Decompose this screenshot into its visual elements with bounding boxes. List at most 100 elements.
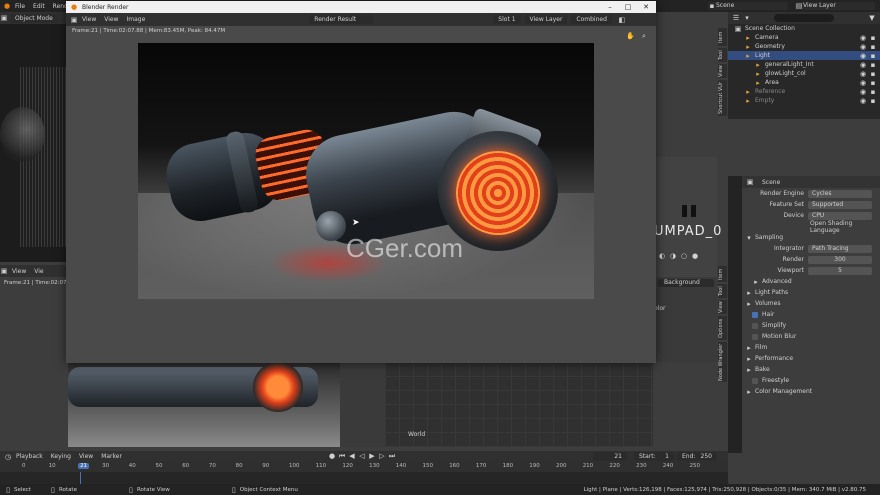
timeline-editor-icon[interactable]: ◷ (4, 453, 12, 461)
pan-hand-icon[interactable]: ✋ (626, 32, 635, 40)
outliner-search[interactable] (774, 14, 834, 22)
vtab-shortcut[interactable]: Shortcut VUr (718, 80, 727, 116)
viewport-icon-3[interactable]: ○ (680, 252, 688, 260)
vtab-item-mid[interactable]: Item (718, 28, 727, 46)
render-camera-icon[interactable]: ▪ (869, 52, 877, 60)
outliner-editor-icon[interactable]: ☰ (732, 14, 740, 22)
pass-dropdown[interactable]: Combined (571, 15, 612, 24)
jump-end-icon[interactable]: ⏭ (388, 452, 396, 460)
outliner-row[interactable]: ▸ generalLight_Int ◉ ▪ (728, 60, 880, 69)
outliner-row[interactable]: ▸ Area ◉ ▪ (728, 78, 880, 87)
vtab-node-wrangler[interactable]: Node Wrangler (718, 342, 727, 382)
freestyle-checkbox-box[interactable] (752, 377, 758, 384)
record-icon[interactable]: ● (328, 452, 336, 460)
render-camera-icon[interactable]: ▪ (869, 88, 877, 96)
render-view-layer-dropdown[interactable]: View Layer (524, 15, 568, 24)
maximize-icon[interactable]: □ (624, 3, 632, 11)
render-camera-icon[interactable]: ▪ (869, 79, 877, 87)
middle-viewport[interactable]: ◐ ◑ ○ ● UMPAD_0 (654, 12, 721, 277)
end-frame-field[interactable]: End: 250 (677, 452, 717, 461)
volumes-section[interactable]: ▸ Volumes (742, 298, 880, 309)
zoom-icon[interactable]: ⌕ (640, 32, 648, 40)
light-paths-section[interactable]: ▸ Light Paths (742, 287, 880, 298)
funnel-icon[interactable]: ▼ (868, 14, 876, 22)
outliner-row[interactable]: ▸ Camera ◉ ▪ (728, 33, 880, 42)
render-image[interactable]: CGer.com ➤ (138, 43, 594, 299)
render-samples[interactable]: Render 300 (742, 254, 880, 265)
vtab-view-lower[interactable]: View (718, 300, 727, 314)
viewport-samples[interactable]: Viewport 5 (742, 265, 880, 276)
render-engine[interactable]: Render Engine Cycles (742, 188, 880, 199)
timeline-ruler[interactable]: 0 10 21 30 40 50 60 70 80 90 100 110 120 130 140 150 160… (0, 462, 728, 472)
left-viewport[interactable] (0, 12, 68, 262)
slot-dropdown[interactable]: Slot 1 (493, 15, 521, 24)
freestyle-checkbox[interactable]: Freestyle (742, 375, 880, 386)
render-menu-view[interactable]: View (100, 16, 122, 23)
color-management-section[interactable]: ▸ Color Management (742, 386, 880, 397)
vtab-options[interactable]: Options (718, 316, 727, 340)
simplify-checkbox[interactable]: Simplify (742, 320, 880, 331)
editor-type-icon-2[interactable]: ▣ (0, 267, 8, 275)
visibility-eye-icon[interactable]: ◉ (859, 88, 867, 96)
filter-icon[interactable]: ▾ (743, 14, 751, 22)
menu-keying[interactable]: Keying (47, 453, 75, 460)
render-engine-value[interactable]: Cycles (808, 189, 872, 198)
visibility-eye-icon[interactable]: ◉ (859, 97, 867, 105)
outliner-row[interactable]: ▸ glowLight_col ◉ ▪ (728, 69, 880, 78)
outliner-row[interactable]: ▸ Light ◉ ▪ (728, 51, 880, 60)
prev-key-icon[interactable]: ◀ (348, 452, 356, 460)
start-frame-field[interactable]: Start: 1 (634, 452, 674, 461)
outliner-row[interactable]: ▸ Geometry ◉ ▪ (728, 42, 880, 51)
vtab-item-lower[interactable]: Item (718, 266, 727, 282)
open-shading-language[interactable]: Open Shading Language (742, 220, 880, 234)
render-samples-value[interactable]: 300 (808, 255, 872, 264)
sampling-section[interactable]: ▾ Sampling (742, 232, 880, 243)
render-camera-icon[interactable]: ▪ (869, 34, 877, 42)
film-section[interactable]: ▸ Film (742, 342, 880, 353)
playhead-line[interactable] (80, 472, 81, 484)
menu-marker[interactable]: Marker (97, 453, 126, 460)
outliner-row[interactable]: ▸ Reference ◉ ▪ (728, 87, 880, 96)
viewport-icon-2[interactable]: ◑ (669, 252, 677, 260)
minimize-icon[interactable]: – (606, 3, 614, 11)
render-menu-image[interactable]: Image (123, 16, 150, 23)
menu-edit[interactable]: Edit (29, 3, 49, 10)
integrator[interactable]: Integrator Path Tracing (742, 243, 880, 254)
hair-checkbox-box[interactable] (752, 311, 758, 318)
vtab-view-mid[interactable]: View (718, 64, 727, 78)
integrator-value[interactable]: Path Tracing (808, 244, 872, 253)
play-icon[interactable]: ▶ (368, 452, 376, 460)
mode-dropdown[interactable]: Object Mode (10, 13, 58, 23)
render-camera-icon[interactable]: ▪ (869, 43, 877, 51)
close-icon[interactable]: ✕ (642, 3, 650, 11)
menu-view-2[interactable]: View (8, 268, 30, 275)
background-field[interactable]: Background (658, 279, 714, 287)
play-reverse-icon[interactable]: ◁ (358, 452, 366, 460)
visibility-eye-icon[interactable]: ◉ (859, 70, 867, 78)
viewport-samples-value[interactable]: 5 (808, 266, 872, 275)
image-name-dropdown[interactable]: Render Result (309, 15, 374, 24)
visibility-eye-icon[interactable]: ◉ (859, 52, 867, 60)
visibility-eye-icon[interactable]: ◉ (859, 61, 867, 69)
blender-logo-icon[interactable]: ● (3, 2, 11, 10)
display-channels-icon[interactable]: ◧ (618, 16, 626, 24)
feature-set-value[interactable]: Supported (808, 200, 872, 209)
render-menu-view-dd[interactable]: View (78, 16, 100, 23)
motion-blur-checkbox-box[interactable] (752, 333, 758, 340)
bake-section[interactable]: ▸ Bake (742, 364, 880, 375)
jump-start-icon[interactable]: ⏮ (338, 452, 346, 460)
simplify-checkbox-box[interactable] (752, 322, 758, 329)
advanced-section[interactable]: ▸ Advanced (742, 276, 880, 287)
visibility-eye-icon[interactable]: ◉ (859, 43, 867, 51)
hair-checkbox[interactable]: Hair (742, 309, 880, 320)
next-key-icon[interactable]: ▷ (378, 452, 386, 460)
outliner-row[interactable]: ▣ Scene Collection (728, 24, 880, 33)
menu-playback[interactable]: Playback (12, 453, 47, 460)
render-camera-icon[interactable]: ▪ (869, 97, 877, 105)
visibility-eye-icon[interactable]: ◉ (859, 79, 867, 87)
render-camera-icon[interactable]: ▪ (869, 61, 877, 69)
device-value[interactable]: CPU (808, 211, 872, 220)
outliner-row[interactable]: ▸ Empty ◉ ▪ (728, 96, 880, 105)
current-frame-field[interactable]: 21 (593, 452, 627, 461)
view-layer-selector[interactable]: ▤ View Layer (795, 2, 875, 10)
